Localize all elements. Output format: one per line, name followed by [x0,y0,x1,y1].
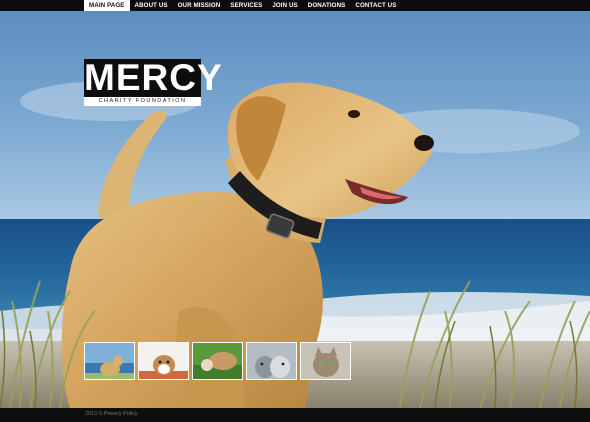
nav-our-mission[interactable]: OUR MISSION [173,0,226,11]
privacy-policy-link[interactable]: Privacy Policy [104,411,138,417]
footer: 2013 © Privacy Policy [0,408,590,422]
nav-contact-us[interactable]: CONTACT US [350,0,401,11]
nav-join-us[interactable]: JOIN US [267,0,302,11]
copyright-text: 2013 © [85,411,103,417]
thumbnail-cat[interactable] [300,342,351,380]
dog-grass-thumb-icon [193,343,242,379]
logo-subtitle: CHARITY FOUNDATION [84,97,201,106]
thumbnail-puppy[interactable] [138,342,189,380]
kittens-thumb-icon [247,343,296,379]
thumbnail-kittens[interactable] [246,342,297,380]
site-logo[interactable]: MERCY CHARITY FOUNDATION [84,57,223,106]
nav-about-us[interactable]: ABOUT US [130,0,173,11]
thumbnail-gallery [84,342,351,380]
footer-copyright: 2013 © Privacy Policy [85,411,138,417]
dog-beach-thumb-icon [85,343,134,379]
main-menu: MAIN PAGE ABOUT US OUR MISSION SERVICES … [84,0,401,11]
logo-title: MERCY [84,57,223,98]
cat-thumb-icon [301,343,350,379]
nav-main-page[interactable]: MAIN PAGE [84,0,130,11]
nav-services[interactable]: SERVICES [225,0,267,11]
thumbnail-dog-grass[interactable] [192,342,243,380]
thumbnail-dog-beach[interactable] [84,342,135,380]
top-navigation-bar: MAIN PAGE ABOUT US OUR MISSION SERVICES … [0,0,590,11]
puppy-thumb-icon [139,343,188,379]
nav-donations[interactable]: DONATIONS [303,0,351,11]
